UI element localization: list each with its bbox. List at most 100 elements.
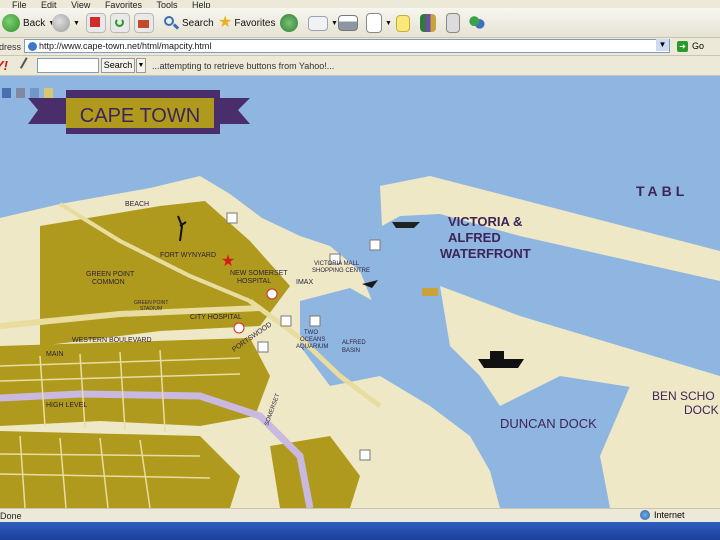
chevron-down-icon[interactable]: ▼ <box>73 20 80 27</box>
note-icon <box>396 14 410 32</box>
messenger-tool-button[interactable] <box>446 12 460 34</box>
yahoo-status-message: ...attempting to retrieve buttons from Y… <box>152 61 335 71</box>
stop-icon <box>86 13 106 33</box>
label-waterfront-2: ALFRED <box>448 230 501 245</box>
go-button[interactable]: ➜ Go <box>677 39 704 53</box>
research-button[interactable] <box>420 12 436 34</box>
go-label: Go <box>692 41 705 51</box>
search-button[interactable]: Search <box>162 12 214 34</box>
label-beach: BEACH <box>125 201 149 208</box>
label-waterfront-1: VICTORIA & <box>448 214 522 229</box>
back-arrow-icon <box>2 14 20 32</box>
cape-town-map[interactable]: CAPE TOWN ★ TABL VICTORIA & ALFRED WATER… <box>0 76 720 508</box>
label-green-point-1: GREEN POINT <box>86 271 135 278</box>
label-stadium-2: STADIUM <box>140 306 162 312</box>
label-main: MAIN <box>46 351 64 358</box>
label-alfred-basin-2: BASIN <box>342 348 360 354</box>
sea-point-district <box>0 338 270 426</box>
print-icon[interactable] <box>2 88 11 98</box>
you-are-here-star-icon: ★ <box>221 253 235 270</box>
chevron-down-icon[interactable]: ▼ <box>331 20 338 27</box>
label-green-point-2: COMMON <box>92 279 125 286</box>
label-two-oceans-1: TWO <box>304 330 318 336</box>
printer-icon <box>338 15 358 31</box>
yahoo-search-input[interactable] <box>37 58 99 73</box>
pencil-icon[interactable] <box>19 57 39 75</box>
banner-title: CAPE TOWN <box>80 105 200 127</box>
forward-button[interactable]: ▼ <box>52 12 80 34</box>
label-two-oceans-3: AQUARIUM <box>296 344 328 350</box>
boat-icon <box>422 288 438 296</box>
label-duncan-dock: DUNCAN DOCK <box>500 416 597 431</box>
address-dropdown-button[interactable]: ▼ <box>656 39 669 51</box>
books-icon <box>420 14 436 32</box>
label-ben-schoeman-1: BEN SCHO <box>652 389 715 403</box>
history-icon <box>280 14 298 32</box>
menu-bar: File Edit View Favorites Tools Help <box>0 0 720 8</box>
yahoo-toolbar: Y! Search ▼ ...attempting to retrieve bu… <box>0 56 720 76</box>
globe-icon <box>640 510 650 520</box>
taskbar <box>0 522 720 540</box>
forward-arrow-icon <box>52 14 70 32</box>
address-url: http://www.cape-town.net/html/mapcity.ht… <box>39 41 212 51</box>
label-imax: IMAX <box>296 279 313 286</box>
print-button[interactable] <box>338 12 358 34</box>
label-alfred-basin-1: ALFRED <box>342 340 366 346</box>
stop-button[interactable] <box>86 12 106 34</box>
label-high-level: HIGH LEVEL <box>46 402 87 409</box>
label-two-oceans-2: OCEANS <box>300 337 325 343</box>
hospital-cross-icon <box>266 288 278 300</box>
address-label: Address <box>0 42 22 52</box>
label-new-somerset-2: HOSPITAL <box>237 278 271 285</box>
label-western-boulevard: WESTERN BOULEVARD <box>72 337 152 344</box>
page-content: CAPE TOWN ★ TABL VICTORIA & ALFRED WATER… <box>0 76 720 508</box>
phone-icon <box>446 13 460 33</box>
edit-button[interactable]: ▼ <box>366 12 392 34</box>
home-icon <box>134 13 154 33</box>
go-arrow-icon: ➜ <box>677 40 688 52</box>
email-icon[interactable] <box>30 88 39 98</box>
hospital-cross-icon <box>233 322 245 334</box>
ship-icon <box>478 359 524 368</box>
mail-button[interactable]: ▼ <box>308 12 338 34</box>
yahoo-search-dropdown[interactable]: ▼ <box>136 58 146 73</box>
history-button[interactable] <box>280 12 298 34</box>
discuss-button[interactable] <box>396 12 410 34</box>
standard-toolbar: Back ▼ ▼ Search ★ Favorites ▼ ▼ <box>0 8 720 38</box>
zone-label: Internet <box>654 510 685 520</box>
back-label: Back <box>23 17 46 29</box>
favorites-button[interactable]: ★ Favorites <box>218 12 275 34</box>
search-icon <box>162 14 180 32</box>
save-icon[interactable] <box>16 88 25 98</box>
city-district <box>0 431 240 508</box>
mail-icon <box>308 15 328 31</box>
messenger-people-icon <box>468 14 486 32</box>
label-va-mall-2: SHOPPING CENTRE <box>312 268 370 274</box>
yahoo-logo[interactable]: Y! <box>0 58 8 73</box>
label-fort-wynyard: FORT WYNYARD <box>160 252 216 259</box>
home-button[interactable] <box>134 12 154 34</box>
ie-page-icon <box>28 42 37 51</box>
messenger-button[interactable] <box>468 12 486 34</box>
address-input[interactable]: http://www.cape-town.net/html/mapcity.ht… <box>24 39 670 53</box>
label-new-somerset-1: NEW SOMERSET <box>230 270 288 277</box>
word-document-icon <box>366 13 382 33</box>
chevron-down-icon[interactable]: ▼ <box>385 20 392 27</box>
refresh-button[interactable] <box>110 12 130 34</box>
yahoo-search-button[interactable]: Search <box>101 58 135 73</box>
star-icon: ★ <box>218 14 233 31</box>
status-bar: Done Internet <box>0 508 720 522</box>
label-waterfront-3: WATERFRONT <box>440 246 531 261</box>
folder-icon[interactable] <box>44 88 53 98</box>
label-ben-schoeman-2: DOCK <box>684 403 719 417</box>
status-text: Done <box>0 511 22 521</box>
label-table-bay: TABL <box>636 183 688 199</box>
refresh-icon <box>110 13 130 33</box>
label-city-hospital: CITY HOSPITAL <box>190 314 242 321</box>
ship-cabin <box>490 351 504 359</box>
security-zone: Internet <box>640 510 685 520</box>
favorites-label: Favorites <box>234 17 276 29</box>
search-label: Search <box>182 17 214 29</box>
back-button[interactable]: Back ▼ <box>2 12 55 34</box>
address-bar: Address http://www.cape-town.net/html/ma… <box>0 38 720 56</box>
